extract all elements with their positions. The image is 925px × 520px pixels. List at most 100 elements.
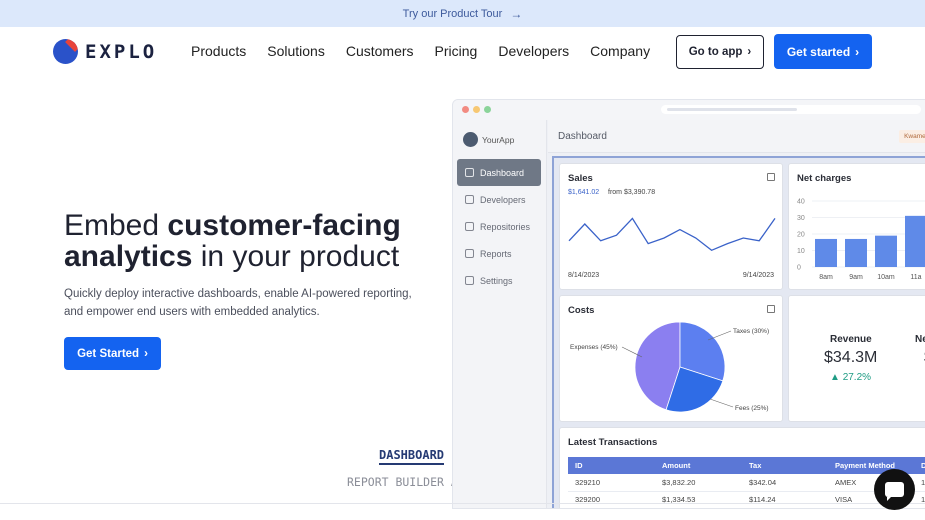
- dashboard-stamp: DASHBOARD: [379, 448, 445, 465]
- costs-pie-chart: Expenses (45%) Taxes (30%) Fees (25%): [570, 321, 769, 413]
- hero-title-part2: in your product: [192, 240, 400, 273]
- nav-link-developers[interactable]: Developers: [498, 43, 569, 59]
- cell-partial: 1: [914, 474, 925, 492]
- go-to-app-button[interactable]: Go to app ›: [676, 35, 764, 69]
- announcement-text[interactable]: Try our Product Tour: [403, 8, 503, 20]
- cell-id: 329200: [568, 491, 655, 508]
- slice-label: Fees (25%): [735, 405, 769, 412]
- cell-tax: $342.04: [742, 474, 828, 492]
- cell-tax: $114.24: [742, 491, 828, 508]
- sidebar-item-label: Reports: [480, 248, 512, 259]
- sidebar-item-label: Dashboard: [480, 167, 525, 178]
- table-row[interactable]: 329200 $1,334.53 $114.24 VISA 1: [568, 491, 925, 508]
- slice-label: Taxes (30%): [733, 328, 769, 335]
- bar-chart-icon: [465, 249, 474, 258]
- external-link-icon[interactable]: [767, 305, 775, 313]
- app-preview: YourApp Dashboard Developers Repositorie…: [452, 99, 925, 509]
- hero-get-started-button[interactable]: Get Started ›: [64, 337, 161, 370]
- revenue-value: $34.3M: [824, 349, 878, 366]
- y-tick-label: 30: [797, 215, 805, 222]
- window-maximize-dot: [484, 106, 491, 113]
- sales-start-date: 8/14/2023: [568, 272, 600, 279]
- nav-link-pricing[interactable]: Pricing: [435, 43, 478, 59]
- sidebar-item-dashboard[interactable]: Dashboard: [457, 159, 541, 186]
- hero-title-part1: Embed: [64, 209, 168, 242]
- y-tick-label: 10: [797, 248, 805, 255]
- cell-amount: $3,832.20: [655, 474, 742, 492]
- column-header[interactable]: Amount: [655, 457, 742, 474]
- logo[interactable]: EXPLO: [53, 39, 157, 64]
- bar: [815, 238, 837, 267]
- partial-kpi-title: Ne: [915, 334, 925, 345]
- sales-line-chart: [568, 217, 776, 252]
- slice-leader-line: [709, 398, 734, 408]
- sales-value: $1,641.02: [568, 189, 600, 196]
- column-header[interactable]: De: [914, 457, 925, 474]
- column-header[interactable]: Tax: [742, 457, 828, 474]
- hero-title-bold1: customer-facing: [167, 209, 401, 242]
- app-brand: YourApp: [463, 132, 514, 147]
- logo-text: EXPLO: [85, 40, 158, 63]
- sales-card: Sales $1,641.02 from $3,390.78 8/14/2023…: [559, 163, 783, 290]
- sales-title: Sales: [568, 173, 593, 184]
- page-divider: [0, 503, 925, 504]
- table-row[interactable]: 329210 $3,832.20 $342.04 AMEX 1: [568, 474, 925, 492]
- chevron-right-icon: ›: [144, 347, 148, 360]
- cell-amount: $1,334.53: [655, 491, 742, 508]
- get-started-label: Get started: [786, 44, 851, 59]
- external-link-icon[interactable]: [767, 173, 775, 181]
- user-badge[interactable]: Kwame M: [899, 130, 925, 143]
- folder-icon: [465, 222, 474, 231]
- nav-link-company[interactable]: Company: [590, 43, 650, 59]
- sidebar-item-repositories[interactable]: Repositories: [457, 213, 541, 240]
- nav-link-solutions[interactable]: Solutions: [267, 43, 325, 59]
- cell-id: 329210: [568, 474, 655, 492]
- nav-links: Products Solutions Customers Pricing Dev…: [191, 43, 650, 59]
- revenue-title: Revenue: [830, 334, 872, 345]
- report-builder-stamp: REPORT BUILDER AI: [347, 475, 465, 489]
- arrow-right-icon: →: [510, 6, 523, 21]
- chevron-right-icon: ›: [855, 44, 860, 59]
- x-tick-label: 9am: [849, 274, 863, 281]
- go-to-app-label: Go to app: [688, 46, 743, 58]
- sidebar-item-settings[interactable]: Settings: [457, 267, 541, 294]
- bar: [875, 235, 897, 267]
- column-header[interactable]: ID: [568, 457, 655, 474]
- app-brand-name: YourApp: [482, 134, 515, 145]
- app-sidebar: YourApp Dashboard Developers Repositorie…: [453, 120, 547, 508]
- sales-line: [568, 217, 776, 252]
- chat-launcher-button[interactable]: [874, 469, 915, 510]
- grid-icon: [465, 168, 474, 177]
- revenue-card: Revenue $34.3M ▲ 27.2% Ne $: [788, 295, 925, 422]
- app-header: Dashboard Kwame M: [548, 120, 925, 153]
- user-icon: [465, 195, 474, 204]
- window-minimize-dot: [473, 106, 480, 113]
- sidebar-item-reports[interactable]: Reports: [457, 240, 541, 267]
- window-titlebar: [453, 100, 925, 120]
- nav-link-customers[interactable]: Customers: [346, 43, 414, 59]
- sidebar-item-developers[interactable]: Developers: [457, 186, 541, 213]
- hero-cta-label: Get Started: [77, 347, 140, 360]
- y-tick-label: 40: [797, 199, 805, 206]
- y-tick-label: 20: [797, 232, 805, 239]
- revenue-change: ▲ 27.2%: [830, 372, 872, 383]
- transactions-table: ID Amount Tax Payment Method De 329210 $…: [568, 457, 925, 508]
- transactions-card: Latest Transactions ID Amount Tax Paymen…: [559, 427, 925, 508]
- chevron-right-icon: ›: [747, 46, 752, 58]
- sidebar-item-label: Repositories: [480, 221, 531, 232]
- x-tick-label: 10am: [877, 274, 895, 281]
- nav-link-products[interactable]: Products: [191, 43, 246, 59]
- announcement-bar[interactable]: Try our Product Tour →: [0, 0, 925, 27]
- net-charges-title: Net charges: [797, 173, 852, 184]
- transactions-title: Latest Transactions: [568, 437, 658, 448]
- top-navigation: EXPLO Products Solutions Customers Prici…: [0, 27, 925, 79]
- hero-subtitle: Quickly deploy interactive dashboards, e…: [64, 288, 412, 318]
- revenue-change-value: 27.2%: [842, 372, 872, 383]
- address-bar: [661, 105, 921, 114]
- sales-compare: from $3,390.78: [608, 189, 656, 196]
- bar: [845, 238, 867, 267]
- bar: [905, 215, 925, 267]
- get-started-button[interactable]: Get started ›: [774, 34, 872, 69]
- window-close-dot: [462, 106, 469, 113]
- chat-bubble-icon: [885, 482, 904, 501]
